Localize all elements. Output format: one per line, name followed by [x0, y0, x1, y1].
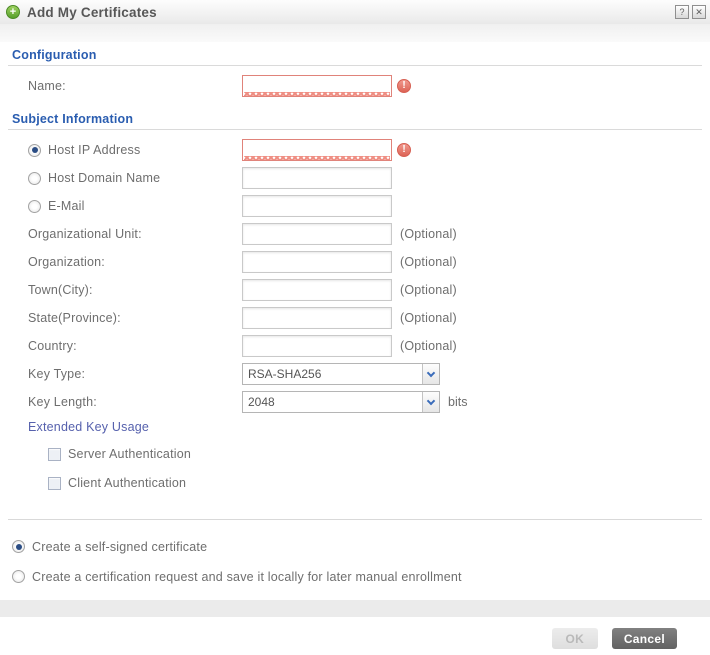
chevron-down-icon: [427, 396, 435, 404]
town-row: Town(City): (Optional): [8, 278, 702, 302]
name-input[interactable]: [242, 75, 392, 97]
name-row: Name: !: [8, 74, 702, 98]
ok-button[interactable]: OK: [552, 628, 598, 649]
country-input[interactable]: [242, 335, 392, 357]
town-label: Town(City):: [8, 283, 242, 297]
validation-error-icon: !: [397, 143, 411, 157]
footer-strip: [0, 600, 710, 617]
optional-note: (Optional): [400, 311, 457, 325]
help-button[interactable]: ?: [675, 5, 689, 19]
optional-note: (Optional): [400, 283, 457, 297]
certification-request-label: Create a certification request and save …: [32, 570, 462, 584]
bits-suffix: bits: [448, 395, 467, 409]
add-icon: +: [6, 5, 20, 19]
optional-note: (Optional): [400, 255, 457, 269]
country-row: Country: (Optional): [8, 334, 702, 358]
name-label: Name:: [8, 79, 242, 93]
dialog-titlebar: + Add My Certificates ? ✕: [0, 0, 710, 24]
host-domain-radio[interactable]: [28, 172, 41, 185]
self-signed-radio[interactable]: [12, 540, 25, 553]
key-type-row: Key Type: RSA-SHA256: [8, 362, 702, 386]
state-label: State(Province):: [8, 311, 242, 325]
client-auth-label: Client Authentication: [68, 476, 186, 490]
client-auth-row: Client Authentication: [8, 471, 702, 495]
state-input[interactable]: [242, 307, 392, 329]
key-type-label: Key Type:: [8, 367, 242, 381]
org-unit-input[interactable]: [242, 223, 392, 245]
chevron-down-icon: [427, 368, 435, 376]
key-length-label: Key Length:: [8, 395, 242, 409]
server-auth-checkbox[interactable]: [48, 448, 61, 461]
key-length-dropdown-button[interactable]: [422, 392, 439, 412]
configuration-heading: Configuration: [12, 48, 702, 62]
host-ip-label: Host IP Address: [48, 143, 140, 157]
divider: [8, 129, 702, 130]
org-unit-label: Organizational Unit:: [8, 227, 242, 241]
key-length-value: 2048: [243, 392, 422, 412]
close-button[interactable]: ✕: [692, 5, 706, 19]
self-signed-label: Create a self-signed certificate: [32, 540, 207, 554]
titlebar-gap: [0, 24, 710, 42]
client-auth-checkbox[interactable]: [48, 477, 61, 490]
page-title: Add My Certificates: [27, 5, 672, 20]
extended-key-usage-heading: Extended Key Usage: [28, 420, 702, 434]
email-input[interactable]: [242, 195, 392, 217]
host-domain-row: Host Domain Name: [8, 166, 702, 190]
state-row: State(Province): (Optional): [8, 306, 702, 330]
divider: [8, 65, 702, 66]
key-length-dropdown[interactable]: 2048: [242, 391, 440, 413]
key-type-value: RSA-SHA256: [243, 364, 422, 384]
host-domain-label: Host Domain Name: [48, 171, 160, 185]
country-label: Country:: [8, 339, 242, 353]
key-type-dropdown[interactable]: RSA-SHA256: [242, 363, 440, 385]
cancel-button[interactable]: Cancel: [612, 628, 677, 649]
divider: [8, 519, 702, 520]
organization-input[interactable]: [242, 251, 392, 273]
server-auth-label: Server Authentication: [68, 447, 191, 461]
host-ip-row: Host IP Address !: [8, 138, 702, 162]
organization-row: Organization: (Optional): [8, 250, 702, 274]
validation-error-icon: !: [397, 79, 411, 93]
email-radio[interactable]: [28, 200, 41, 213]
certification-request-radio[interactable]: [12, 570, 25, 583]
self-signed-row: Create a self-signed certificate: [8, 534, 702, 559]
org-unit-row: Organizational Unit: (Optional): [8, 222, 702, 246]
host-domain-input[interactable]: [242, 167, 392, 189]
add-my-certificates-dialog: + Add My Certificates ? ✕ Configuration …: [0, 0, 710, 655]
certification-request-row: Create a certification request and save …: [8, 564, 702, 589]
host-ip-radio[interactable]: [28, 144, 41, 157]
email-row: E-Mail: [8, 194, 702, 218]
server-auth-row: Server Authentication: [8, 442, 702, 466]
town-input[interactable]: [242, 279, 392, 301]
email-label: E-Mail: [48, 199, 85, 213]
optional-note: (Optional): [400, 339, 457, 353]
organization-label: Organization:: [8, 255, 242, 269]
key-length-row: Key Length: 2048 bits: [8, 390, 702, 414]
subject-information-heading: Subject Information: [12, 112, 702, 126]
optional-note: (Optional): [400, 227, 457, 241]
key-type-dropdown-button[interactable]: [422, 364, 439, 384]
host-ip-input[interactable]: [242, 139, 392, 161]
